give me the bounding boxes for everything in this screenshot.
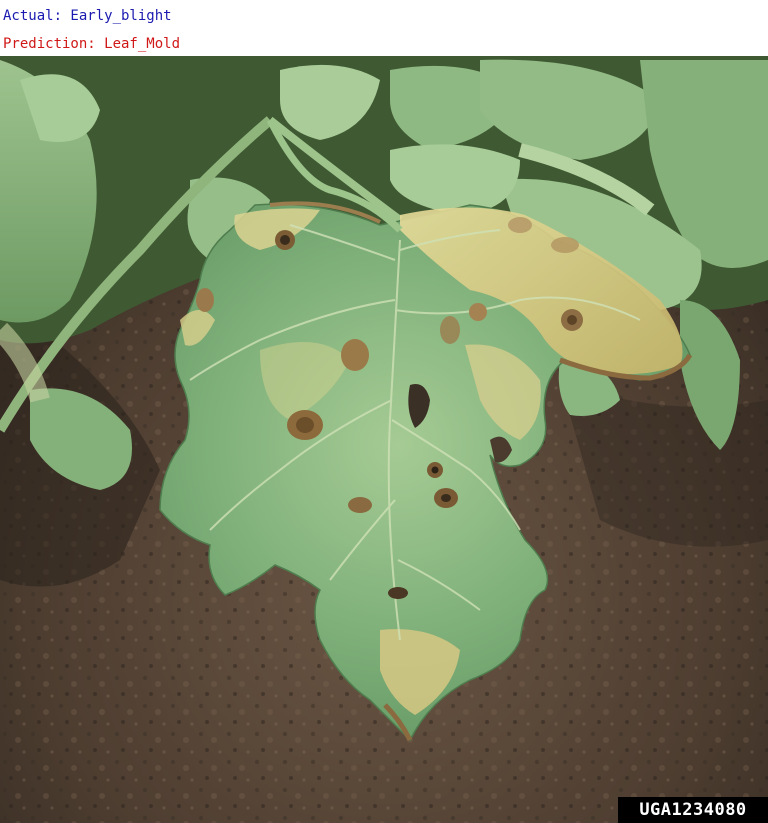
leaf-photo: UGA1234080 bbox=[0, 56, 768, 823]
prediction-label: Prediction: Leaf_Mold bbox=[3, 36, 181, 52]
image-frame: Actual: Early_blight Prediction: Leaf_Mo… bbox=[0, 0, 768, 823]
image-id-watermark: UGA1234080 bbox=[618, 797, 768, 823]
actual-label: Actual: Early_blight bbox=[3, 8, 172, 24]
